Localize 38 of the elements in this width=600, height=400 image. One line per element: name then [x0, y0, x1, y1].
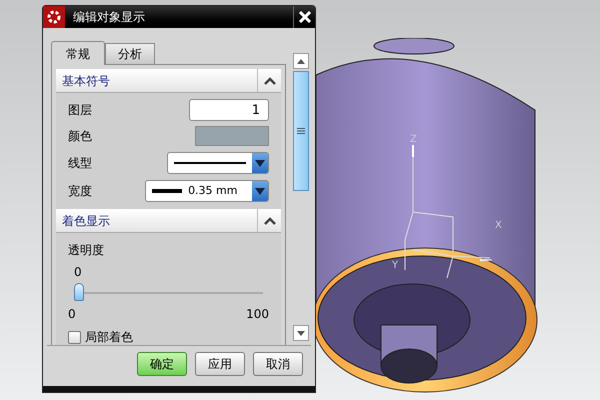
- scroll-thumb[interactable]: [293, 71, 309, 191]
- window-title: 编辑对象显示: [72, 9, 146, 26]
- collapse-icon: [264, 216, 276, 224]
- dialog-button[interactable]: 取消: [253, 352, 303, 376]
- checkbox[interactable]: [68, 330, 81, 344]
- section-header[interactable]: 基本符号: [56, 69, 282, 93]
- collapse-icon: [264, 76, 276, 84]
- dropdown[interactable]: 0.35 mm: [145, 180, 270, 202]
- scrollbar[interactable]: [293, 53, 309, 341]
- line-width-value: 0.35 mm: [188, 182, 238, 199]
- field-label: 透明度: [68, 242, 105, 259]
- slider-thumb[interactable]: [74, 283, 84, 301]
- caret-icon: [252, 181, 268, 201]
- field-label: 线型: [68, 155, 92, 172]
- caret-icon: [252, 153, 268, 173]
- app-icon: [43, 6, 65, 28]
- dropdown[interactable]: [167, 152, 270, 174]
- solid-line-icon: [174, 162, 246, 164]
- field-label: 图层: [68, 102, 92, 119]
- layer-input[interactable]: 1: [189, 99, 270, 121]
- section-header[interactable]: 着色显示: [56, 209, 282, 233]
- slider-track[interactable]: [74, 283, 264, 303]
- slider-max: 100: [246, 306, 270, 323]
- section-title: 着色显示: [61, 212, 111, 230]
- slider-reading: 0: [74, 264, 83, 281]
- scroll-up-icon[interactable]: [293, 53, 309, 69]
- field-label: 局部着色: [85, 329, 133, 345]
- scroll-down-icon[interactable]: [293, 325, 309, 341]
- dialog-button[interactable]: 确定: [137, 352, 187, 376]
- field-label: 宽度: [68, 183, 92, 200]
- color-swatch[interactable]: [195, 126, 270, 146]
- dialog-button[interactable]: 应用: [195, 352, 245, 376]
- section-title: 基本符号: [61, 72, 111, 90]
- tab[interactable]: 常规: [51, 41, 105, 65]
- slider-min: 0: [68, 306, 76, 323]
- close-icon: [298, 11, 310, 23]
- field-label: 颜色: [68, 128, 92, 145]
- tab[interactable]: 分析: [105, 43, 155, 64]
